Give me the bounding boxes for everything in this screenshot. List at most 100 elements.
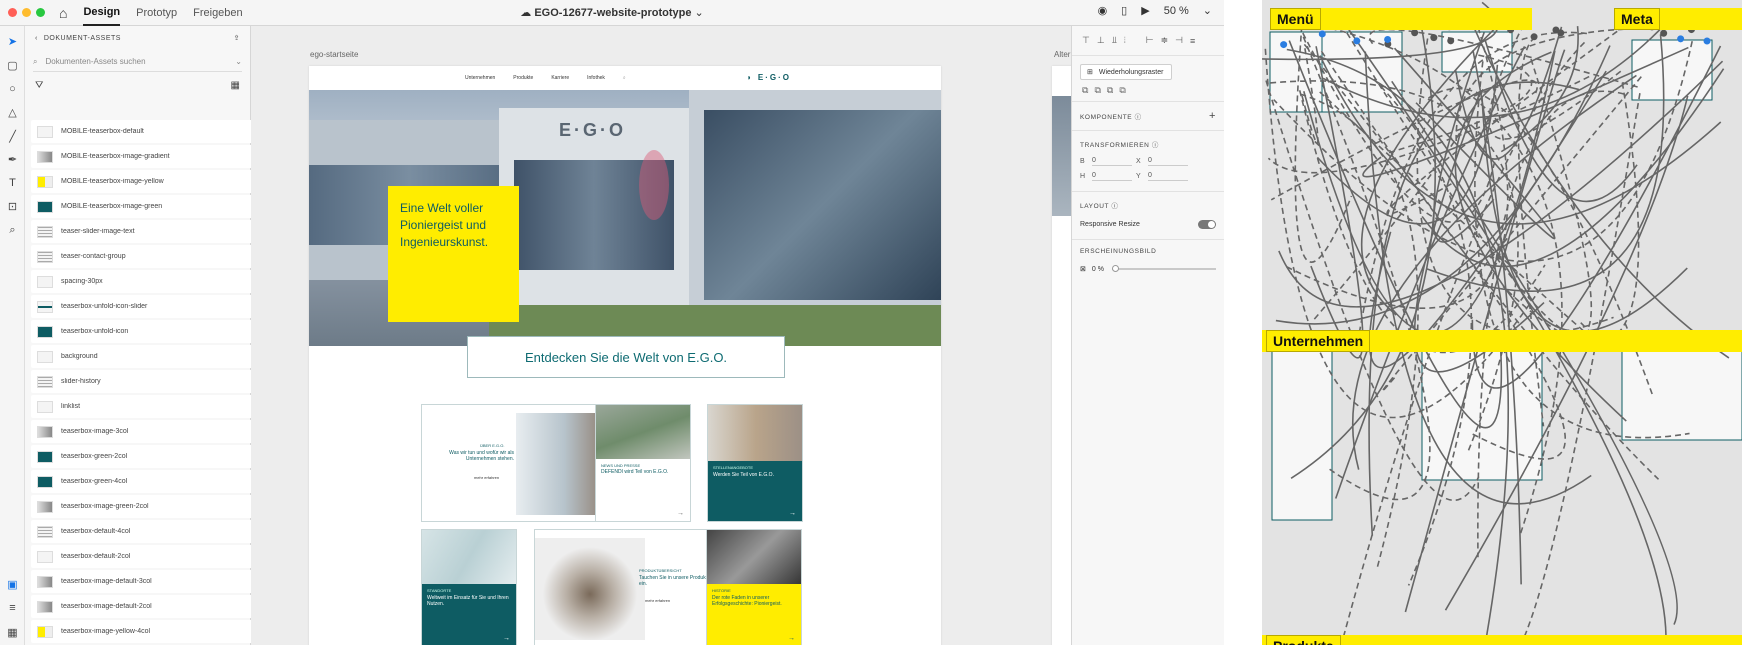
- wire-connector-dot[interactable]: [1384, 35, 1392, 43]
- height-field[interactable]: 0: [1092, 172, 1132, 181]
- asset-item[interactable]: teaserbox-image-yellow-4col⚭: [31, 620, 271, 643]
- asset-item[interactable]: background⚭: [31, 345, 271, 368]
- hero-headline-box[interactable]: Eine Welt voller Pioniergeist und Ingeni…: [388, 186, 519, 322]
- info-icon[interactable]: ⓘ: [1111, 203, 1118, 210]
- asset-item[interactable]: MOBILE-teaserbox-image-gradient⚭: [31, 145, 271, 168]
- tile-link[interactable]: mehr erfahren: [645, 598, 670, 603]
- wire-connector-dot[interactable]: [1677, 35, 1685, 43]
- back-chevron-icon[interactable]: ‹: [35, 35, 38, 42]
- home-icon[interactable]: ⌂: [59, 5, 67, 21]
- asset-item[interactable]: teaserbox-green-2col⚭: [31, 445, 271, 468]
- plugins-panel-icon[interactable]: ▦: [0, 626, 25, 639]
- wire-connector-dot[interactable]: [1318, 30, 1326, 38]
- asset-item[interactable]: teaserbox-image-default-3col⚭: [31, 570, 271, 593]
- site-logo[interactable]: ◗ E·G·O: [747, 73, 791, 82]
- x-field[interactable]: 0: [1148, 157, 1188, 166]
- align-left-icon[interactable]: ⊢: [1146, 35, 1154, 46]
- asset-item[interactable]: teaserbox-default-2col⚭: [31, 545, 271, 568]
- wire-connector-dot[interactable]: [1530, 33, 1538, 41]
- play-icon[interactable]: ▶: [1141, 4, 1149, 17]
- grid-view-icon[interactable]: ▦: [231, 80, 240, 91]
- assets-panel-icon[interactable]: ▣: [0, 578, 25, 591]
- asset-item[interactable]: teaser-slider-image-text⚭: [31, 220, 271, 243]
- align-center-icon[interactable]: ≑: [1161, 35, 1169, 46]
- select-tool-icon[interactable]: ➤: [0, 30, 25, 54]
- asset-item[interactable]: linklist⚭: [31, 395, 271, 418]
- teaser-tile-produkte[interactable]: PRODUKTÜBERSICHT Tauchen Sie in unsere P…: [534, 529, 730, 645]
- share-icon[interactable]: ⇪: [234, 34, 240, 42]
- device-preview-icon[interactable]: ▯: [1121, 4, 1127, 17]
- artboard-2[interactable]: [1052, 66, 1071, 645]
- document-title[interactable]: EGO-12677-website-prototype: [534, 7, 691, 19]
- line-tool-icon[interactable]: ╱: [0, 124, 25, 148]
- zoom-tool-icon[interactable]: ⌕: [0, 219, 25, 243]
- teaser-tile-ueber-ego[interactable]: ÜBER E.G.O. Was wir tun und wofür wir al…: [421, 404, 611, 522]
- asset-item[interactable]: slider-history⚭: [31, 370, 271, 393]
- arrow-right-icon[interactable]: →: [788, 635, 795, 642]
- minimize-window-button[interactable]: [22, 8, 31, 17]
- nav-item-produkte[interactable]: Produkte: [513, 75, 533, 81]
- asset-item[interactable]: teaserbox-unfold-icon-slider⚭: [31, 295, 271, 318]
- distribute-vertical-icon[interactable]: ⦙: [1124, 35, 1126, 46]
- artboard-label[interactable]: ego-startseite: [310, 50, 358, 59]
- repeat-grid-button[interactable]: ⊞ Wiederholungsraster: [1080, 64, 1172, 80]
- arrow-right-icon[interactable]: →: [677, 510, 684, 517]
- info-icon[interactable]: ⓘ: [1152, 142, 1159, 149]
- nav-item-karriere[interactable]: Karriere: [551, 75, 569, 81]
- distribute-horizontal-icon[interactable]: ≡: [1190, 36, 1195, 46]
- nav-item-infothek[interactable]: Infothek: [587, 75, 605, 81]
- boolean-intersect-icon[interactable]: ⧉: [1107, 85, 1113, 96]
- pen-tool-icon[interactable]: ✒: [0, 148, 25, 172]
- align-right-icon[interactable]: ⊣: [1175, 35, 1183, 46]
- teaser-tile-jobs[interactable]: STELLENANGEBOTE Werden Sie Teil von E.G.…: [707, 404, 803, 522]
- zoom-window-button[interactable]: [36, 8, 45, 17]
- wire-connector-dot[interactable]: [1430, 34, 1438, 42]
- section-label-produkte[interactable]: Produkte: [1266, 635, 1341, 645]
- align-top-icon[interactable]: ⊤: [1082, 35, 1090, 46]
- zoom-chevron-icon[interactable]: ⌄: [1203, 4, 1212, 17]
- asset-item[interactable]: teaserbox-image-green-2col⚭: [31, 495, 271, 518]
- wire-connector-dot[interactable]: [1660, 29, 1668, 37]
- rectangle-tool-icon[interactable]: ▢: [0, 54, 25, 78]
- wire-connector-dot[interactable]: [1353, 37, 1361, 45]
- section-label-menu[interactable]: Menü: [1270, 8, 1321, 30]
- wire-connector-dot[interactable]: [1411, 29, 1419, 37]
- zoom-level[interactable]: 50 %: [1164, 5, 1189, 17]
- asset-item[interactable]: spacing-30px⚭: [31, 270, 271, 293]
- artboard-thumbnail[interactable]: [1421, 339, 1543, 481]
- arrow-right-icon[interactable]: →: [789, 510, 796, 517]
- wire-connector-dot[interactable]: [1557, 29, 1565, 37]
- asset-item[interactable]: teaserbox-image-3col⚭: [31, 420, 271, 443]
- asset-item[interactable]: teaserbox-green-4col⚭: [31, 470, 271, 493]
- responsive-resize-toggle[interactable]: [1198, 220, 1216, 229]
- section-label-unternehmen[interactable]: Unternehmen: [1266, 330, 1371, 352]
- asset-item[interactable]: MOBILE-teaserbox-image-green⚭: [31, 195, 271, 218]
- asset-item[interactable]: MOBILE-teaserbox-image-yellow⚭: [31, 170, 271, 193]
- wire-connector-dot[interactable]: [1447, 37, 1455, 45]
- opacity-slider-knob[interactable]: [1111, 265, 1119, 272]
- text-tool-icon[interactable]: T: [0, 172, 25, 196]
- artboard-tool-icon[interactable]: ⊡: [0, 195, 25, 219]
- teaser-tile-historie[interactable]: HISTORIE Der rote Faden in unserer Erfol…: [706, 529, 802, 645]
- search-dropdown-icon[interactable]: ⌄: [235, 57, 242, 66]
- teaser-tile-news[interactable]: NEWS UND PRESSE DEFENDI wird Teil von E.…: [595, 404, 691, 522]
- teaser-tile-standorte[interactable]: STANDORTE Weltweit im Einsatz für Sie un…: [421, 529, 517, 645]
- artboard-startseite[interactable]: Unternehmen Produkte Karriere Infothek ⌕…: [309, 66, 941, 645]
- asset-item[interactable]: teaserbox-default-4col⚭: [31, 520, 271, 543]
- tab-prototyp[interactable]: Prototyp: [136, 1, 177, 25]
- nav-item-unternehmen[interactable]: Unternehmen: [465, 75, 495, 81]
- filter-icon[interactable]: ⛛: [35, 80, 43, 91]
- artboard-thumbnail[interactable]: [1631, 39, 1713, 101]
- tab-design[interactable]: Design: [83, 0, 121, 26]
- asset-item[interactable]: MOBILE-teaserbox-default⚭: [31, 120, 271, 143]
- y-field[interactable]: 0: [1148, 172, 1188, 181]
- artboard-label-2[interactable]: Alter: [1054, 50, 1070, 59]
- boolean-exclude-icon[interactable]: ⧉: [1119, 85, 1125, 96]
- opacity-field[interactable]: 0 %: [1092, 266, 1104, 273]
- width-field[interactable]: 0: [1092, 157, 1132, 166]
- polygon-tool-icon[interactable]: △: [0, 101, 25, 125]
- boolean-add-icon[interactable]: ⧉: [1082, 85, 1088, 96]
- asset-item[interactable]: teaser-contact-group⚭: [31, 245, 271, 268]
- wire-connector-dot[interactable]: [1703, 37, 1711, 45]
- arrow-right-icon[interactable]: →: [503, 635, 510, 642]
